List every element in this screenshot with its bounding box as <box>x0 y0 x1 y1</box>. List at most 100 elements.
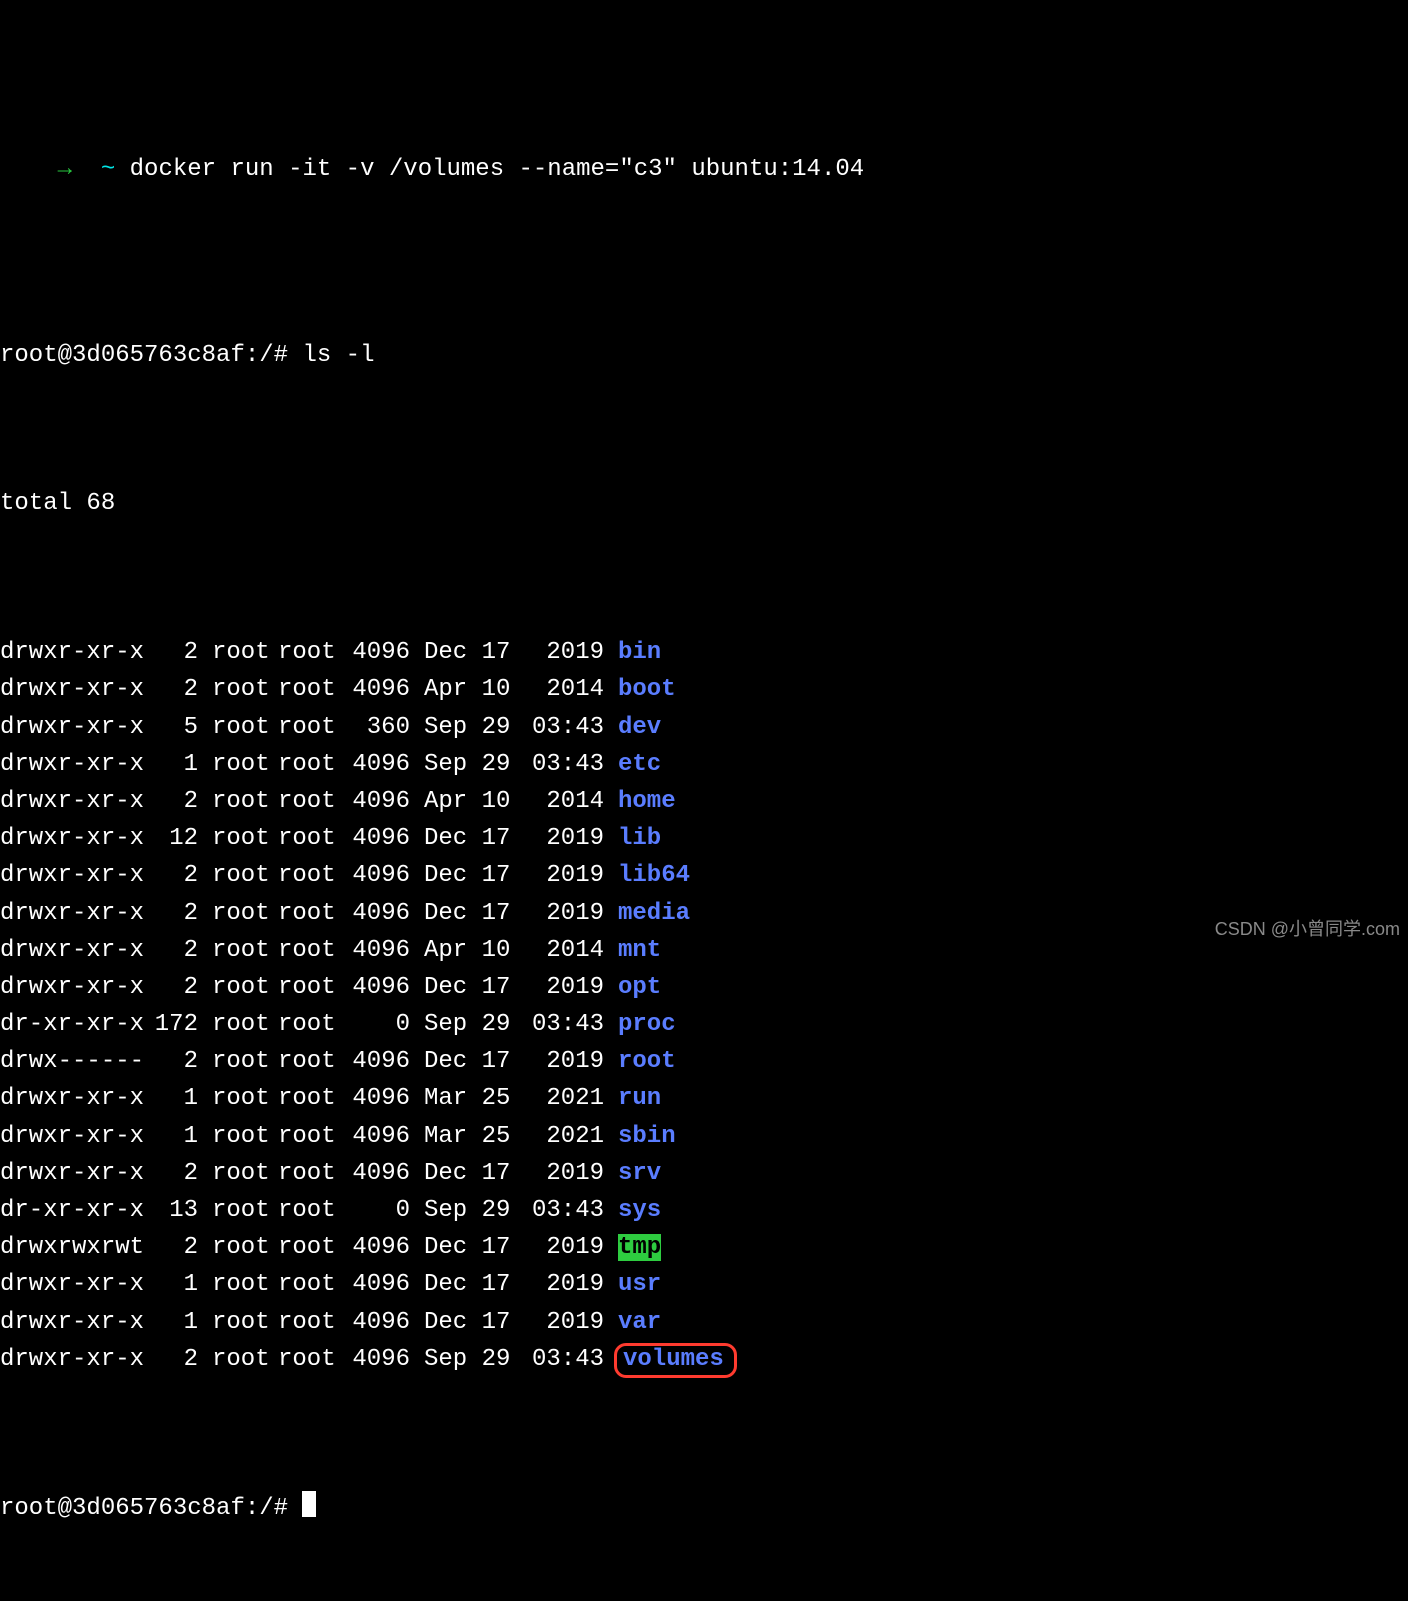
link-count: 2 <box>150 932 198 969</box>
perms: dr-xr-xr-x <box>0 1192 150 1229</box>
time: 2019 <box>524 895 604 932</box>
time: 03:43 <box>524 1341 604 1378</box>
group: root <box>278 895 344 932</box>
command-line-2: root@3d065763c8af:/# ls -l <box>0 337 1408 374</box>
owner: root <box>212 1006 278 1043</box>
file-name: volumes <box>623 1346 724 1373</box>
command-text: ls -l <box>302 342 374 369</box>
link-count: 2 <box>150 634 198 671</box>
date: Sep 29 <box>424 1006 524 1043</box>
group: root <box>278 1006 344 1043</box>
owner: root <box>212 634 278 671</box>
time: 2014 <box>524 932 604 969</box>
prompt-arrow-icon: → <box>58 156 72 183</box>
size: 4096 <box>344 895 410 932</box>
date: Dec 17 <box>424 1043 524 1080</box>
file-name: dev <box>618 714 661 741</box>
date: Apr 10 <box>424 783 524 820</box>
owner: root <box>212 783 278 820</box>
size: 4096 <box>344 1080 410 1117</box>
file-name: proc <box>618 1011 676 1038</box>
file-name: root <box>618 1048 676 1075</box>
terminal-output[interactable]: → ~ docker run -it -v /volumes --name="c… <box>0 0 1408 1601</box>
watermark-text: CSDN @小曾同学.com <box>1215 920 1400 938</box>
ls-row: drwxr-xr-x2 rootroot4096 Dec 172019 bin <box>0 634 1408 671</box>
perms: drwxr-xr-x <box>0 1266 150 1303</box>
perms: drwxr-xr-x <box>0 1118 150 1155</box>
date: Apr 10 <box>424 671 524 708</box>
size: 4096 <box>344 969 410 1006</box>
size: 4096 <box>344 932 410 969</box>
cursor-block-icon <box>302 1491 316 1517</box>
size: 4096 <box>344 857 410 894</box>
perms: drwxr-xr-x <box>0 783 150 820</box>
command-line-1: → ~ docker run -it -v /volumes --name="c… <box>0 114 1408 226</box>
date: Mar 25 <box>424 1080 524 1117</box>
date: Apr 10 <box>424 932 524 969</box>
link-count: 1 <box>150 1304 198 1341</box>
group: root <box>278 1304 344 1341</box>
file-name: sbin <box>618 1123 676 1150</box>
size: 4096 <box>344 1155 410 1192</box>
link-count: 2 <box>150 1341 198 1378</box>
group: root <box>278 634 344 671</box>
perms: drwxr-xr-x <box>0 895 150 932</box>
ls-row: drwxr-xr-x1 rootroot4096 Mar 252021 run <box>0 1080 1408 1117</box>
link-count: 1 <box>150 746 198 783</box>
ls-row: dr-xr-xr-x172 rootroot0 Sep 2903:43 proc <box>0 1006 1408 1043</box>
file-name: run <box>618 1085 661 1112</box>
ls-total: total 68 <box>0 485 1408 522</box>
time: 03:43 <box>524 746 604 783</box>
date: Dec 17 <box>424 1229 524 1266</box>
perms: drwxr-xr-x <box>0 932 150 969</box>
size: 4096 <box>344 1229 410 1266</box>
time: 03:43 <box>524 1006 604 1043</box>
ls-row: drwxr-xr-x1 rootroot4096 Sep 2903:43 etc <box>0 746 1408 783</box>
group: root <box>278 783 344 820</box>
group: root <box>278 1266 344 1303</box>
ls-row: drwx------2 rootroot4096 Dec 172019 root <box>0 1043 1408 1080</box>
ls-row: drwxr-xr-x1 rootroot4096 Mar 252021 sbin <box>0 1118 1408 1155</box>
file-name: usr <box>618 1271 661 1298</box>
owner: root <box>212 1341 278 1378</box>
owner: root <box>212 671 278 708</box>
owner: root <box>212 1080 278 1117</box>
time: 2019 <box>524 1266 604 1303</box>
size: 4096 <box>344 820 410 857</box>
perms: drwxr-xr-x <box>0 1341 150 1378</box>
time: 2019 <box>524 1043 604 1080</box>
ls-row: drwxr-xr-x1 rootroot4096 Dec 172019 usr <box>0 1266 1408 1303</box>
perms: drwxr-xr-x <box>0 969 150 1006</box>
file-name: mnt <box>618 937 661 964</box>
link-count: 1 <box>150 1080 198 1117</box>
group: root <box>278 1080 344 1117</box>
ls-row: drwxr-xr-x2 rootroot4096 Dec 172019 srv <box>0 1155 1408 1192</box>
date: Mar 25 <box>424 1118 524 1155</box>
size: 4096 <box>344 671 410 708</box>
file-name: sys <box>618 1197 661 1224</box>
perms: drwxr-xr-x <box>0 1155 150 1192</box>
group: root <box>278 1118 344 1155</box>
owner: root <box>212 895 278 932</box>
perms: drwxr-xr-x <box>0 1304 150 1341</box>
file-name: boot <box>618 676 676 703</box>
shell-prompt: root@3d065763c8af:/# <box>0 1495 288 1522</box>
time: 03:43 <box>524 1192 604 1229</box>
time: 2019 <box>524 634 604 671</box>
file-name: home <box>618 788 676 815</box>
time: 03:43 <box>524 709 604 746</box>
file-name: etc <box>618 751 661 778</box>
date: Sep 29 <box>424 1192 524 1229</box>
size: 4096 <box>344 746 410 783</box>
group: root <box>278 1155 344 1192</box>
size: 4096 <box>344 1266 410 1303</box>
size: 360 <box>344 709 410 746</box>
owner: root <box>212 709 278 746</box>
link-count: 2 <box>150 671 198 708</box>
owner: root <box>212 969 278 1006</box>
command-line-3: root@3d065763c8af:/# <box>0 1490 1408 1527</box>
perms: drwxr-xr-x <box>0 820 150 857</box>
highlight-annotation: volumes <box>614 1343 737 1378</box>
command-text: docker run -it -v /volumes --name="c3" u… <box>130 156 865 183</box>
owner: root <box>212 746 278 783</box>
